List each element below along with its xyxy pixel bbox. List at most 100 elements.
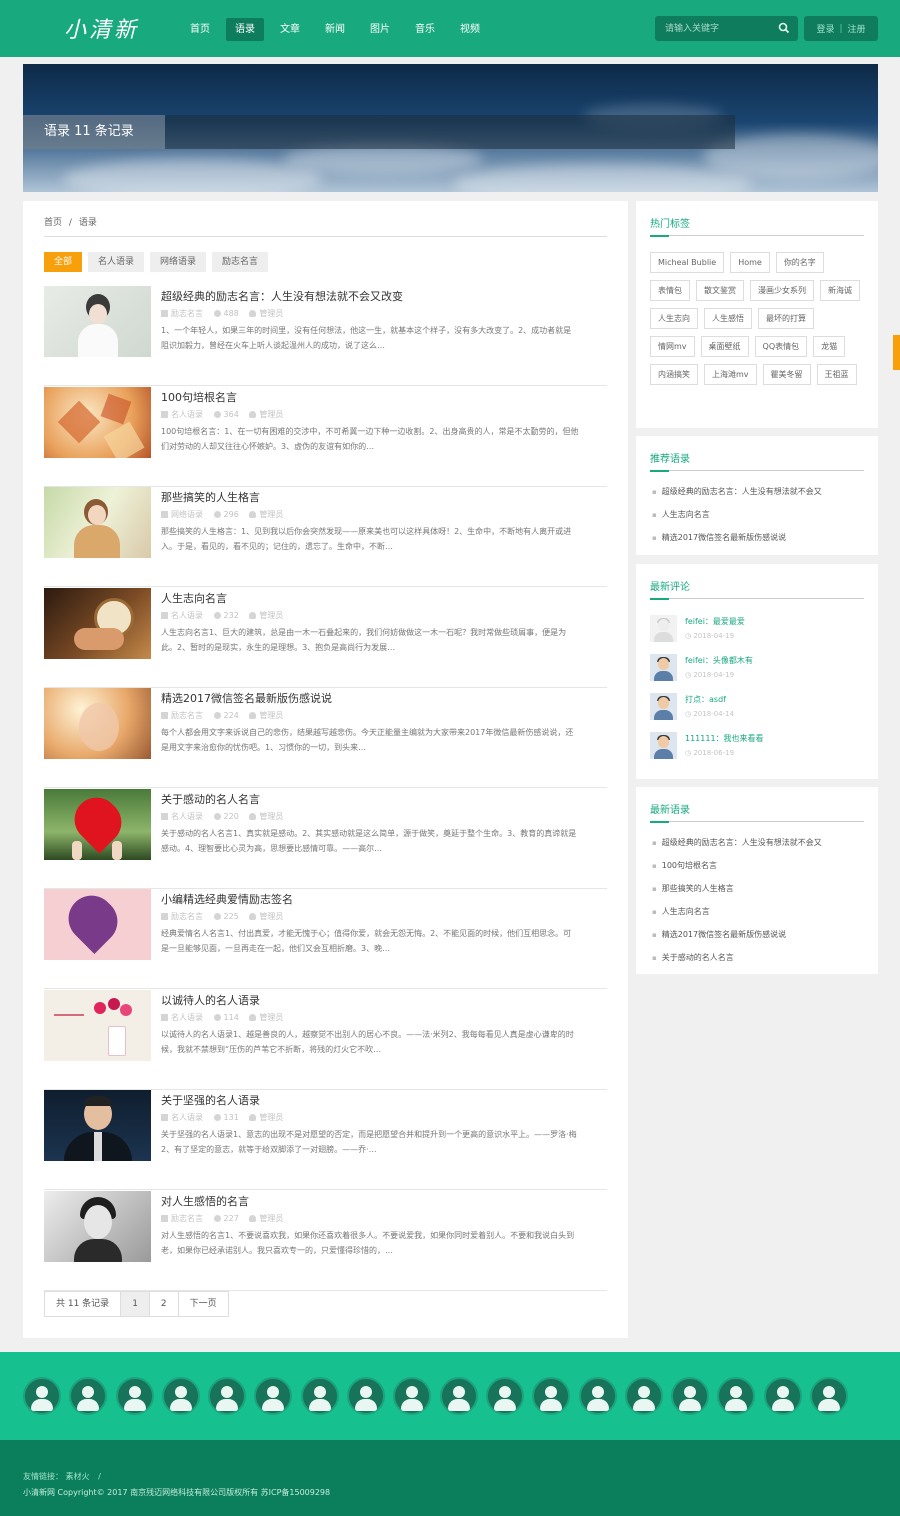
filter-motivational[interactable]: 励志名言 (212, 252, 269, 272)
avatar[interactable] (650, 615, 677, 642)
search-icon[interactable] (776, 20, 792, 36)
article-category[interactable]: 名人语录 (171, 812, 203, 821)
member-avatar[interactable] (254, 1377, 293, 1415)
filter-celebrity-quotes[interactable]: 名人语录 (88, 252, 145, 272)
article-category[interactable]: 励志名言 (171, 711, 203, 720)
member-avatar[interactable] (69, 1377, 108, 1415)
list-item[interactable]: 精选2017微信签名最新版伤感说说 (652, 923, 822, 946)
article-title[interactable]: 超级经典的励志名言：人生没有想法就不会又改变 (161, 288, 403, 304)
filter-web-quotes[interactable]: 网络语录 (150, 252, 207, 272)
list-item[interactable]: 超级经典的励志名言：人生没有想法就不会又 (652, 480, 822, 503)
member-avatar[interactable] (763, 1377, 802, 1415)
avatar[interactable] (650, 693, 677, 720)
list-item[interactable]: 100句培根名言 (652, 854, 822, 877)
tag-link[interactable]: 散文鉴赏 (696, 280, 744, 301)
tag-link[interactable]: 人生志向 (650, 308, 698, 329)
tag-link[interactable]: 表情包 (650, 280, 690, 301)
page-1-button[interactable]: 1 (121, 1292, 150, 1316)
member-avatar[interactable] (439, 1377, 478, 1415)
member-avatar[interactable] (115, 1377, 154, 1415)
breadcrumb-home[interactable]: 首页 (44, 218, 62, 228)
comment-item[interactable]: feifei：最爱最爱 2018-04-19 (650, 615, 864, 645)
list-item[interactable]: 精选2017微信签名最新版伤感说说 (652, 526, 822, 549)
nav-item-news[interactable]: 新闻 (316, 18, 354, 41)
list-item[interactable]: 关于感动的名人名言 (652, 946, 822, 969)
article-category[interactable]: 励志名言 (171, 912, 203, 921)
article-thumbnail[interactable] (44, 1191, 151, 1262)
comment-user[interactable]: 打点 (685, 695, 701, 704)
tag-link[interactable]: 桌面壁纸 (700, 336, 749, 357)
article-category[interactable]: 名人语录 (171, 1013, 203, 1022)
nav-item-images[interactable]: 图片 (361, 18, 399, 41)
site-logo[interactable]: 小清新 (64, 12, 139, 44)
article-thumbnail[interactable] (44, 889, 151, 960)
comment-item[interactable]: 打点：asdf 2018-04-14 (650, 693, 864, 723)
article-title[interactable]: 以诚待人的名人语录 (161, 992, 260, 1008)
member-avatar[interactable] (347, 1377, 386, 1415)
tag-link[interactable]: 最坏的打算 (758, 308, 814, 329)
register-link[interactable]: 注册 (848, 22, 866, 35)
article-thumbnail[interactable] (44, 990, 151, 1061)
article-category[interactable]: 名人语录 (171, 611, 203, 620)
article-item[interactable]: 关于坚强的名人语录 名人语录 131 管理员 关于坚强的名人语录1、意志的出现不… (44, 1090, 607, 1190)
article-category[interactable]: 网络语录 (171, 510, 203, 519)
tag-link[interactable]: 内涵搞笑 (650, 364, 698, 385)
article-item[interactable]: 人生志向名言 名人语录 232 管理员 人生志向名言1、巨大的建筑，总是由一木一… (44, 588, 607, 688)
article-title[interactable]: 关于坚强的名人语录 (161, 1092, 260, 1108)
tag-link[interactable]: 上海滩mv (704, 364, 757, 385)
tag-link[interactable]: 漫画少女系列 (750, 280, 814, 301)
article-category[interactable]: 励志名言 (171, 309, 203, 318)
article-thumbnail[interactable] (44, 588, 151, 659)
article-item[interactable]: 精选2017微信签名最新版伤感说说 励志名言 224 管理员 每个人都会用文字来… (44, 688, 607, 788)
member-avatar[interactable] (300, 1377, 339, 1415)
article-item[interactable]: 小编精选经典爱情励志签名 励志名言 225 管理员 经典爱情名人名言1、付出真爱… (44, 889, 607, 989)
article-category[interactable]: 励志名言 (171, 1214, 203, 1223)
article-item[interactable]: 关于感动的名人名言 名人语录 220 管理员 关于感动的名人名言1、真实就是感动… (44, 789, 607, 889)
comment-user[interactable]: feifei (685, 617, 705, 626)
member-avatar[interactable] (208, 1377, 247, 1415)
tag-link[interactable]: 你的名字 (775, 252, 824, 273)
article-category[interactable]: 名人语录 (171, 1113, 203, 1122)
nav-item-articles[interactable]: 文章 (271, 18, 309, 41)
tag-link[interactable]: 人生感悟 (704, 308, 752, 329)
tag-link[interactable]: 龙猫 (813, 336, 846, 357)
member-avatar[interactable] (23, 1377, 61, 1415)
floating-side-tab[interactable] (893, 335, 900, 370)
article-thumbnail[interactable] (44, 286, 151, 357)
next-page-button[interactable]: 下一页 (179, 1292, 228, 1316)
article-thumbnail[interactable] (44, 387, 151, 458)
article-title[interactable]: 人生志向名言 (161, 590, 227, 606)
page-2-button[interactable]: 2 (150, 1292, 179, 1316)
article-thumbnail[interactable] (44, 688, 151, 759)
login-link[interactable]: 登录 (816, 22, 834, 35)
avatar[interactable] (650, 654, 677, 681)
tag-link[interactable]: 王祖蓝 (816, 364, 857, 385)
member-avatar[interactable] (717, 1377, 756, 1415)
nav-item-quotes[interactable]: 语录 (226, 18, 264, 41)
tag-link[interactable]: Micheal Bublie (650, 252, 725, 273)
tag-link[interactable]: 新海诚 (820, 280, 860, 301)
article-item[interactable]: 对人生感悟的名言 励志名言 227 管理员 对人生感悟的名言1、不要说喜欢我，如… (44, 1191, 607, 1291)
nav-item-video[interactable]: 视频 (451, 18, 489, 41)
friend-link[interactable]: 素材火 (66, 1472, 90, 1481)
article-item[interactable]: 100句培根名言 名人语录 364 管理员 100句培根名言：1、在一切有困难的… (44, 387, 607, 487)
list-item[interactable]: 人生志向名言 (652, 900, 822, 923)
comment-user[interactable]: feifei (685, 656, 705, 665)
tag-link[interactable]: QQ表情包 (754, 336, 808, 357)
list-item[interactable]: 超级经典的励志名言：人生没有想法就不会又 (652, 831, 822, 854)
article-thumbnail[interactable] (44, 789, 151, 860)
nav-item-music[interactable]: 音乐 (406, 18, 444, 41)
filter-all[interactable]: 全部 (44, 252, 83, 272)
member-avatar[interactable] (532, 1377, 571, 1415)
article-item[interactable]: 超级经典的励志名言：人生没有想法就不会又改变 励志名言 488 管理员 1、一个… (44, 286, 607, 386)
tag-link[interactable]: Home (730, 252, 770, 273)
member-avatar[interactable] (161, 1377, 200, 1415)
article-thumbnail[interactable] (44, 1090, 151, 1161)
comment-user[interactable]: 111111 (685, 734, 716, 743)
article-thumbnail[interactable] (44, 487, 151, 558)
article-title[interactable]: 小编精选经典爱情励志签名 (161, 891, 293, 907)
comment-item[interactable]: 111111：我也来看看 2018-06-19 (650, 732, 864, 762)
article-title[interactable]: 那些搞笑的人生格言 (161, 489, 260, 505)
member-avatar[interactable] (393, 1377, 432, 1415)
list-item[interactable]: 那些搞笑的人生格言 (652, 877, 822, 900)
